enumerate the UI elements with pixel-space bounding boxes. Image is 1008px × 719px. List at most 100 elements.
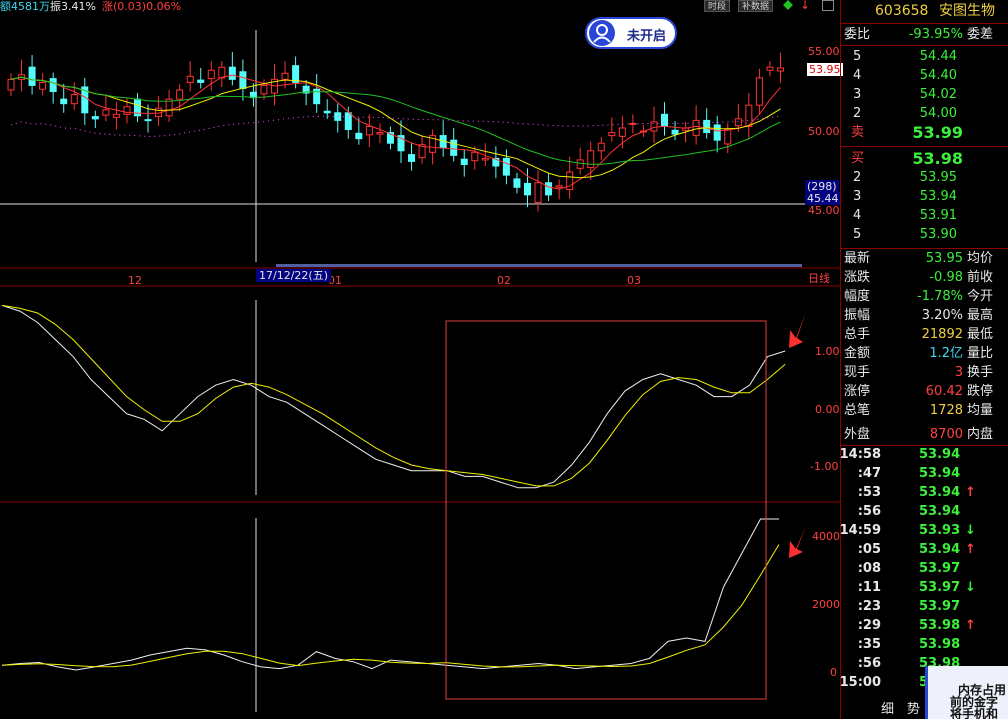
tick-price: 53.93 xyxy=(919,523,961,538)
window-toggle-icon[interactable] xyxy=(822,0,834,11)
tick-time: :23 xyxy=(857,599,881,614)
quote-value: -0.98 xyxy=(929,270,963,285)
highlight-box xyxy=(445,320,767,700)
popup-line-3: 将手机和 xyxy=(950,707,999,719)
tick-row: 14:59 53.93 ↓ xyxy=(839,521,1008,540)
quote-value: 3.20% xyxy=(921,308,963,323)
candle-body xyxy=(650,121,658,132)
diamond-icon[interactable] xyxy=(783,0,793,10)
tick-price: 53.97 xyxy=(919,580,961,595)
candle-body xyxy=(344,112,352,131)
candle-body xyxy=(123,106,131,115)
stock-code: 603658 xyxy=(875,3,929,19)
quote-label2: 跌停 xyxy=(967,384,994,399)
amplitude-info: 振3.41% xyxy=(50,0,96,13)
candle-body xyxy=(513,178,521,188)
panel3-label-0: 0 xyxy=(830,666,837,679)
candle-body xyxy=(597,142,605,152)
kline-chart[interactable] xyxy=(0,0,840,719)
candle-body xyxy=(260,84,268,95)
quote-value: 8700 xyxy=(929,427,963,442)
tick-time: 14:59 xyxy=(839,523,881,538)
tick-price: 53.97 xyxy=(919,561,961,576)
panel2-label-neg1: -1.00 xyxy=(810,460,839,473)
tick-price: 53.94 xyxy=(919,542,961,557)
tick-time: :11 xyxy=(857,580,881,595)
candle-body xyxy=(671,129,679,135)
red-arrow-icon xyxy=(789,526,806,558)
candle-body xyxy=(281,72,289,80)
sell-level: 5 xyxy=(853,49,862,64)
down-arrow-icon[interactable]: ↓ xyxy=(800,0,810,12)
quote-label: 总手 xyxy=(844,327,871,342)
order-ratio-value: -93.95% xyxy=(908,27,963,42)
period-button[interactable]: 时段 xyxy=(704,0,731,12)
tick-arrow-icon: ↑ xyxy=(965,485,976,500)
quote-label2: 最高 xyxy=(967,308,994,323)
quote-label2: 换手 xyxy=(967,365,994,380)
tick-time: :35 xyxy=(857,637,881,652)
tick-row: 14:58 53.94 xyxy=(840,445,1008,464)
user-avatar-icon xyxy=(589,20,615,46)
candle-body xyxy=(724,129,732,145)
tick-price: 53.94 xyxy=(919,466,961,481)
quote-label: 金额 xyxy=(844,346,871,361)
quote-value: 21892 xyxy=(921,327,963,342)
tick-row: :53 53.94 ↑ xyxy=(841,483,1008,502)
indicator-line xyxy=(1,518,779,671)
tick-arrow-icon: ↑ xyxy=(965,542,976,557)
candle-body xyxy=(502,157,510,176)
cursor-date-label: 17/12/22(五) xyxy=(256,269,331,282)
buy-row: 5 53.90 xyxy=(841,225,1008,244)
quote-label2: 内盘 xyxy=(967,427,994,442)
candle-body xyxy=(608,132,616,137)
sell-price: 54.00 xyxy=(919,106,957,121)
panel3-label-4000: 4000 xyxy=(812,530,840,543)
candle-body xyxy=(713,124,721,141)
candle-body xyxy=(112,113,120,118)
quote-value: -1.78% xyxy=(917,289,963,304)
indicator-signal-line xyxy=(1,544,780,668)
chart-area[interactable]: 额4581万 振3.41% 涨(0.03)0.06% 时段 补数据 ↓ 未开启 … xyxy=(0,0,843,719)
quote-label: 最新 xyxy=(844,251,871,266)
candle-body xyxy=(534,182,542,203)
date-label-feb: 02 xyxy=(497,274,511,287)
candle-body xyxy=(481,157,489,161)
price-label-50: 50.00 xyxy=(808,125,840,138)
candle-body xyxy=(471,151,479,162)
tick-row: :11 53.97 ↓ xyxy=(841,578,1008,597)
supplement-data-button[interactable]: 补数据 xyxy=(738,0,774,12)
quote-label2: 前收 xyxy=(967,270,994,285)
quote-label2: 今开 xyxy=(967,289,994,304)
tick-row: :35 53.98 xyxy=(841,635,1008,654)
quote-row: 总手 21892 最低 xyxy=(841,325,1008,344)
user-login-widget[interactable]: 未开启 xyxy=(585,17,677,49)
quote-row: 金额 1.2亿 量比 xyxy=(841,344,1008,363)
ma10-line xyxy=(10,76,781,179)
tick-time: :29 xyxy=(857,618,881,633)
buy-price: 53.98 xyxy=(912,149,963,168)
candle-body xyxy=(587,150,595,169)
change-info: 涨(0.03)0.06% xyxy=(102,0,182,13)
tick-row: :23 53.97 xyxy=(841,597,1008,616)
candle-body xyxy=(755,77,763,106)
tab-detail[interactable]: 细 xyxy=(881,700,894,719)
candle-body xyxy=(218,66,226,79)
candle-body xyxy=(376,132,384,135)
candle-body xyxy=(776,67,784,72)
period-label[interactable]: 日线 xyxy=(808,272,830,285)
buy-price: 53.94 xyxy=(919,189,957,204)
stock-header: 603658 安图生物 xyxy=(841,2,1008,21)
quote-row: 涨停 60.42 跌停 xyxy=(841,382,1008,401)
quote-row: 现手 3 换手 xyxy=(841,363,1008,382)
candle-body xyxy=(165,98,173,117)
quote-label: 涨停 xyxy=(844,384,871,399)
candle-body xyxy=(766,66,774,71)
candle-body xyxy=(365,125,373,136)
quote-label2: 量比 xyxy=(967,346,994,361)
tab-trend[interactable]: 势 xyxy=(907,700,920,719)
candle-body xyxy=(661,113,669,127)
notification-popup[interactable]: 内存占用 前的金字 将手机和 xyxy=(925,666,1008,719)
sell-row: 4 54.40 xyxy=(841,66,1008,85)
candle-body xyxy=(60,98,68,105)
